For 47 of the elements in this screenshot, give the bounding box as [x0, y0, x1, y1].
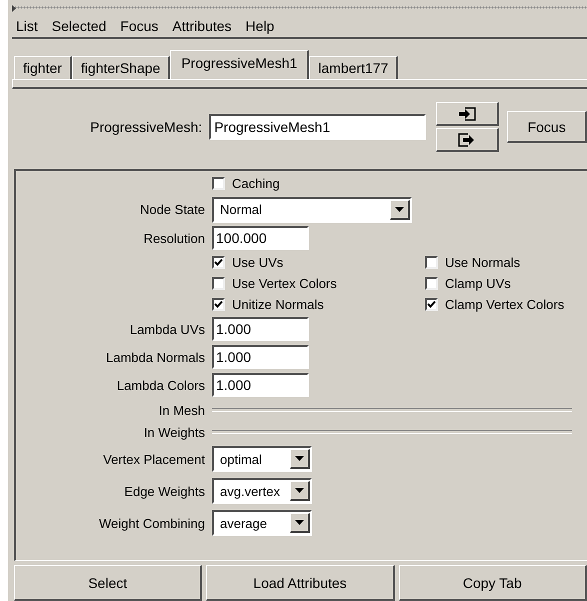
- field-label: Vertex Placement: [102, 452, 205, 466]
- menu-item[interactable]: Focus: [120, 18, 158, 34]
- number-field[interactable]: 100.000: [212, 226, 309, 250]
- checkbox[interactable]: Clamp UVs: [425, 276, 587, 291]
- dropdown[interactable]: Normal: [212, 196, 412, 222]
- number-field[interactable]: 1.000: [212, 317, 309, 341]
- field-label: Weight Combining: [98, 516, 205, 530]
- collapse-arrow-icon[interactable]: [12, 4, 16, 12]
- tab[interactable]: fighter: [14, 56, 72, 79]
- field-label: ProgressiveMesh:: [89, 119, 202, 135]
- input-connection-button[interactable]: [436, 102, 500, 126]
- action-button[interactable]: Select: [14, 565, 202, 601]
- check-icon: [214, 300, 223, 309]
- field-label: Lambda UVs: [128, 322, 205, 336]
- field-label: In Weights: [142, 424, 205, 440]
- number-field[interactable]: 1.000: [212, 373, 309, 397]
- dropdown[interactable]: avg.vertex: [212, 478, 312, 504]
- focus-button[interactable]: Focus: [507, 111, 587, 143]
- checkbox[interactable]: Use UVs: [212, 255, 418, 270]
- check-icon: [214, 258, 223, 267]
- name-field[interactable]: ProgressiveMesh1: [209, 114, 426, 140]
- checkbox[interactable]: Caching: [212, 176, 418, 190]
- menu-item[interactable]: Selected: [52, 18, 106, 34]
- output-connection-button[interactable]: [436, 128, 500, 152]
- number-field[interactable]: 1.000: [212, 345, 309, 369]
- field-label: Lambda Colors: [116, 378, 205, 392]
- field-label: Resolution: [142, 230, 205, 246]
- menu-item[interactable]: List: [16, 18, 38, 34]
- arrow-into-box-icon: [457, 106, 478, 120]
- tab[interactable]: lambert177: [309, 56, 398, 79]
- action-button[interactable]: Load Attributes: [206, 565, 395, 601]
- dropdown[interactable]: optimal: [212, 446, 312, 472]
- field-label: Edge Weights: [123, 484, 205, 498]
- tab[interactable]: fighterShape: [72, 56, 170, 79]
- checkbox[interactable]: Use Normals: [425, 255, 587, 270]
- action-button[interactable]: Copy Tab: [398, 565, 587, 601]
- field-label: Lambda Normals: [105, 350, 205, 364]
- field-label: Node State: [138, 202, 205, 217]
- checkbox[interactable]: Clamp Vertex Colors: [425, 297, 587, 312]
- check-icon: [427, 300, 436, 309]
- checkbox[interactable]: Use Vertex Colors: [212, 276, 418, 291]
- dropdown[interactable]: average: [212, 510, 312, 536]
- field-label: In Mesh: [158, 402, 205, 418]
- menu-item[interactable]: Help: [246, 18, 274, 34]
- tab[interactable]: ProgressiveMesh1: [170, 50, 310, 79]
- menu-item[interactable]: Attributes: [172, 18, 232, 34]
- checkbox[interactable]: Unitize Normals: [212, 297, 418, 312]
